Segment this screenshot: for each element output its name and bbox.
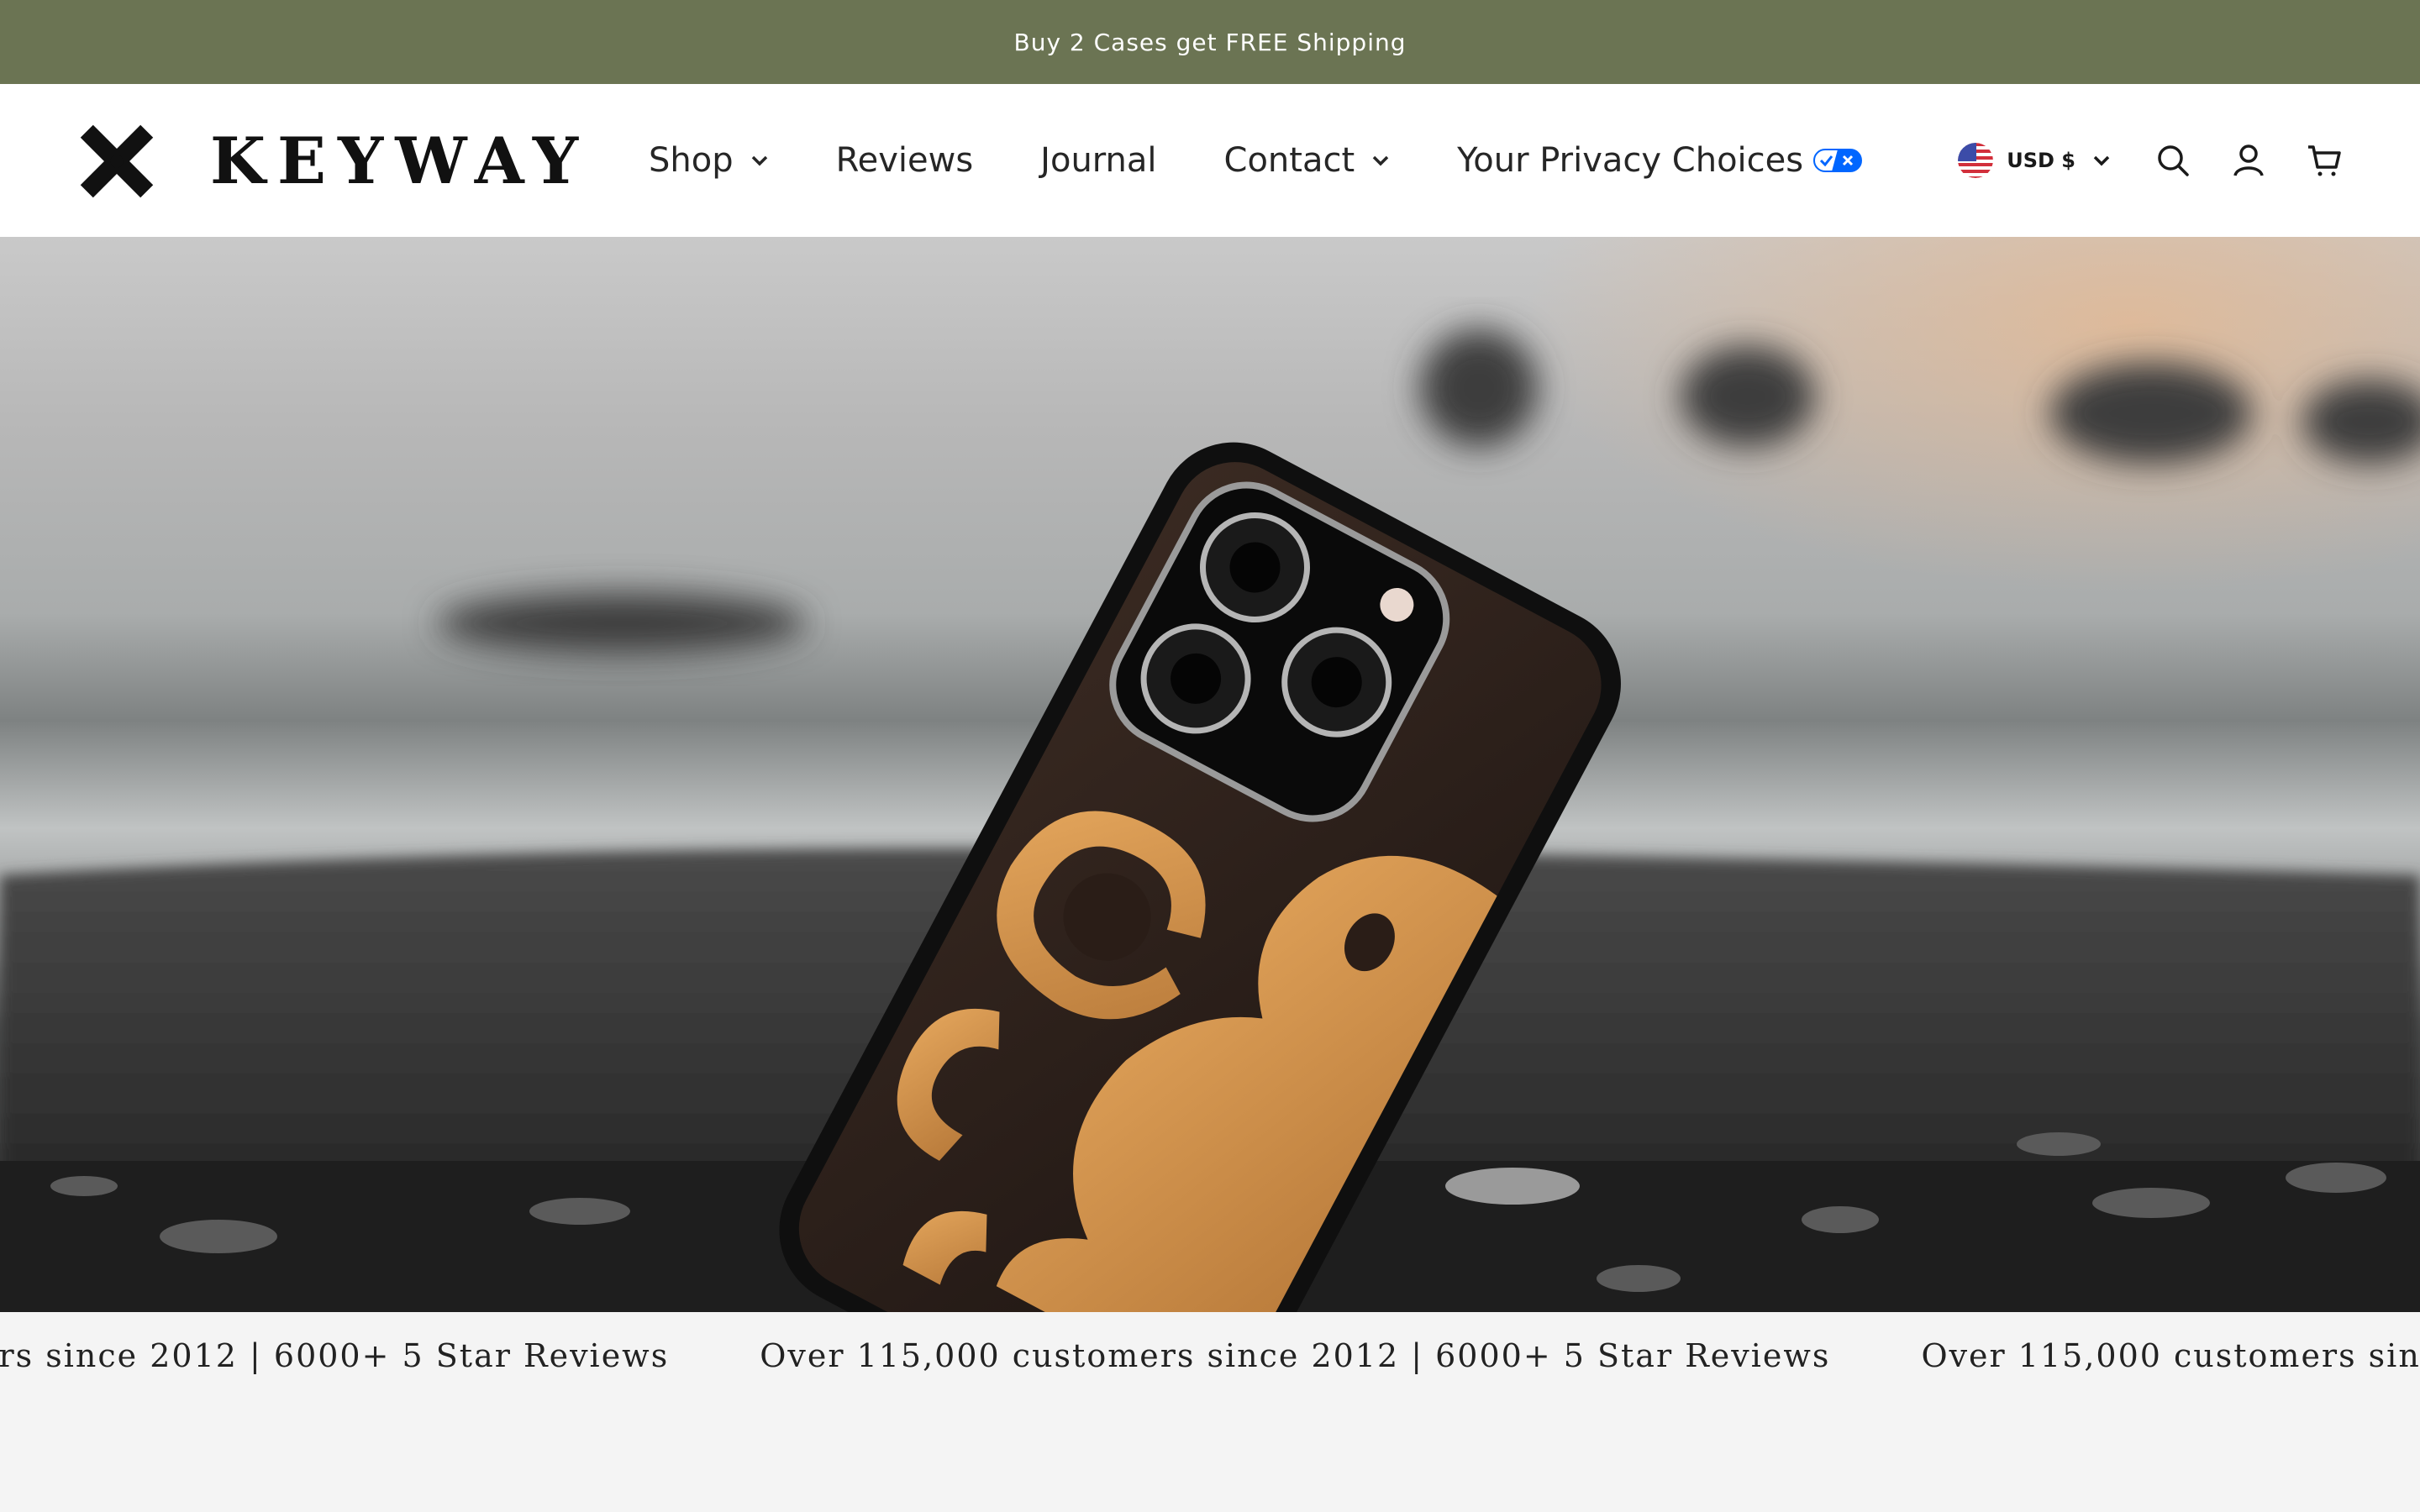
hero-banner[interactable]	[0, 237, 2420, 1312]
hero-image	[0, 237, 2420, 1312]
logo[interactable]: KEYWAY	[77, 119, 590, 203]
marquee-item: Over 115,000 customers since 2012 | 6000…	[0, 1337, 670, 1374]
chevron-down-icon	[751, 155, 767, 166]
chevron-down-icon	[1372, 155, 1389, 166]
nav-item-shop[interactable]: Shop	[649, 141, 769, 180]
nav-item-contact[interactable]: Contact	[1224, 141, 1391, 180]
header-utilities: USD $	[1958, 84, 2343, 237]
privacy-choices-icon	[1813, 149, 1863, 172]
nav-item-label: Your Privacy Choices	[1457, 141, 1804, 180]
announcement-text: Buy 2 Cases get FREE Shipping	[1013, 28, 1407, 56]
main-nav: Shop Reviews Journal Contact Your Privac…	[649, 84, 1863, 237]
nav-item-label: Reviews	[835, 141, 974, 180]
chevron-down-icon	[2093, 155, 2110, 166]
site-header: KEYWAY Shop Reviews Journal Contact Your…	[0, 84, 2420, 237]
nav-item-label: Shop	[649, 141, 734, 180]
us-flag-icon	[1958, 143, 1994, 178]
nav-item-reviews[interactable]: Reviews	[836, 141, 974, 180]
nav-item-privacy-choices[interactable]: Your Privacy Choices	[1457, 141, 1863, 180]
currency-label: USD $	[2007, 149, 2075, 172]
logo-x-icon	[80, 124, 154, 198]
marquee-track: Over 115,000 customers since 2012 | 6000…	[0, 1337, 2420, 1374]
marquee-item: Over 115,000 customers since 2012 | 6000…	[760, 1337, 1831, 1374]
nav-item-label: Contact	[1223, 141, 1355, 180]
announcement-bar: Buy 2 Cases get FREE Shipping	[0, 0, 2420, 84]
account-icon[interactable]	[2230, 142, 2267, 179]
nav-item-label: Journal	[1040, 141, 1157, 180]
reviews-marquee: Over 115,000 customers since 2012 | 6000…	[0, 1312, 2420, 1413]
nav-item-journal[interactable]: Journal	[1040, 141, 1156, 180]
currency-selector[interactable]: USD $	[1958, 143, 2111, 178]
cart-icon[interactable]	[2306, 142, 2343, 179]
marquee-item: Over 115,000 customers since 2012 | 6000…	[1921, 1337, 2420, 1374]
search-icon[interactable]	[2154, 142, 2191, 179]
brand-name: KEYWAY	[210, 123, 591, 198]
